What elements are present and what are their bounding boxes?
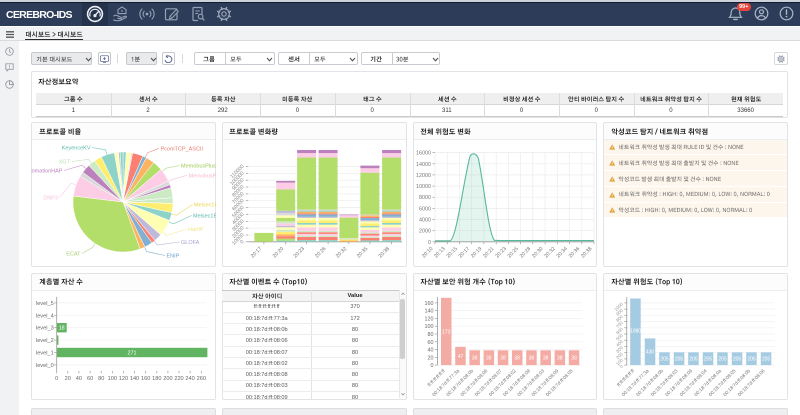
svg-text:20:23: 20:23 (494, 246, 508, 260)
svg-text:14000: 14000 (416, 162, 431, 168)
svg-text:level_4: level_4 (36, 313, 54, 319)
svg-text:40: 40 (427, 347, 433, 353)
svg-text:20:21: 20:21 (482, 246, 496, 260)
svg-text:205: 205 (748, 356, 757, 362)
svg-text:20:23: 20:23 (292, 246, 306, 260)
svg-text:100: 100 (108, 375, 117, 381)
svg-text:XGT: XGT (59, 160, 71, 166)
svg-text:20:38: 20:38 (377, 246, 391, 260)
svg-text:20:34: 20:34 (555, 246, 569, 260)
svg-text:20:36: 20:36 (567, 246, 581, 260)
svg-text:38: 38 (557, 355, 563, 361)
svg-text:60: 60 (87, 375, 93, 381)
svg-text:20:28: 20:28 (518, 246, 532, 260)
svg-text:80: 80 (98, 375, 104, 381)
svg-text:38: 38 (528, 355, 534, 361)
svg-text:205: 205 (690, 356, 699, 362)
svg-text:200: 200 (163, 375, 172, 381)
svg-text:0: 0 (428, 240, 431, 246)
svg-text:205: 205 (675, 356, 684, 362)
svg-text:38: 38 (471, 355, 477, 361)
svg-text:Melsec1E_: Melsec1E_ (194, 203, 216, 209)
svg-text:38: 38 (486, 355, 492, 361)
svg-text:430: 430 (646, 349, 655, 355)
svg-text:KeyenceKV: KeyenceKV (62, 146, 91, 152)
svg-text:MemobusPlus: MemobusPlus (189, 173, 216, 179)
svg-text:ENIP: ENIP (167, 254, 180, 260)
svg-text:20:35: 20:35 (356, 246, 370, 260)
svg-text:38: 38 (571, 355, 577, 361)
svg-text:16000: 16000 (416, 151, 431, 157)
svg-text:level_0: level_0 (36, 362, 54, 368)
svg-text:40: 40 (76, 375, 82, 381)
svg-text:260: 260 (197, 375, 206, 381)
svg-text:20:15: 20:15 (445, 246, 459, 260)
svg-text:240: 240 (185, 375, 194, 381)
svg-text:2000: 2000 (419, 229, 431, 235)
svg-text:GLOFA: GLOFA (181, 240, 200, 246)
svg-text:Melsec1E_A: Melsec1E_A (193, 214, 216, 220)
svg-text:100: 100 (424, 324, 433, 330)
svg-text:60: 60 (427, 339, 433, 345)
svg-text:20:32: 20:32 (543, 246, 557, 260)
svg-text:20: 20 (427, 355, 433, 361)
svg-text:20:10: 20:10 (420, 246, 434, 260)
svg-text:173: 173 (442, 329, 451, 335)
svg-text:47: 47 (457, 354, 463, 360)
svg-text:205: 205 (733, 356, 742, 362)
svg-text:4000: 4000 (419, 218, 431, 224)
svg-text:205: 205 (719, 356, 728, 362)
svg-text:205: 205 (661, 356, 670, 362)
svg-text:level_3: level_3 (36, 325, 54, 331)
svg-text:level_5: level_5 (36, 300, 54, 306)
svg-text:20:25: 20:25 (506, 246, 520, 260)
svg-text:automationHAP: automationHAP (31, 169, 63, 175)
svg-text:160: 160 (424, 300, 433, 306)
svg-text:12000: 12000 (416, 173, 431, 179)
svg-text:80: 80 (427, 332, 433, 338)
svg-text:PcomTCP_ASCII: PcomTCP_ASCII (161, 146, 204, 152)
svg-text:180: 180 (152, 375, 161, 381)
svg-text:HartIP: HartIP (188, 227, 204, 233)
svg-text:140: 140 (130, 375, 139, 381)
svg-text:20:13: 20:13 (433, 246, 447, 260)
svg-text:10000: 10000 (416, 184, 431, 190)
svg-text:140: 140 (424, 308, 433, 314)
svg-text:0: 0 (55, 375, 58, 381)
svg-text:120: 120 (119, 375, 128, 381)
svg-text:38: 38 (514, 355, 520, 361)
svg-text:MemobusPlus_B: MemobusPlus_B (181, 164, 216, 170)
svg-text:20:38: 20:38 (579, 246, 593, 260)
svg-text:20: 20 (65, 375, 71, 381)
svg-text:20:30: 20:30 (531, 246, 545, 260)
svg-text:20:17: 20:17 (457, 246, 471, 260)
svg-text:271: 271 (128, 350, 137, 356)
svg-text:20:20: 20:20 (272, 246, 286, 260)
svg-text:20:26: 20:26 (314, 246, 328, 260)
svg-text:20:17: 20:17 (250, 246, 264, 260)
svg-text:120: 120 (424, 316, 433, 322)
svg-text:20:19: 20:19 (469, 246, 483, 260)
svg-text:DNP3: DNP3 (43, 196, 58, 202)
svg-text:1080: 1080 (630, 328, 641, 334)
svg-text:205: 205 (704, 356, 713, 362)
svg-text:6000: 6000 (419, 206, 431, 212)
svg-text:205: 205 (762, 356, 771, 362)
svg-text:38: 38 (500, 355, 506, 361)
svg-text:38: 38 (542, 355, 548, 361)
svg-text:level_1: level_1 (36, 350, 54, 356)
svg-text:level_2: level_2 (36, 338, 54, 344)
svg-text:0: 0 (430, 363, 433, 369)
svg-text:18: 18 (59, 325, 65, 331)
svg-text:8000: 8000 (419, 195, 431, 201)
svg-text:ECAT: ECAT (66, 252, 81, 258)
svg-text:160: 160 (141, 375, 150, 381)
svg-text:20:32: 20:32 (335, 246, 349, 260)
svg-text:220: 220 (174, 375, 183, 381)
